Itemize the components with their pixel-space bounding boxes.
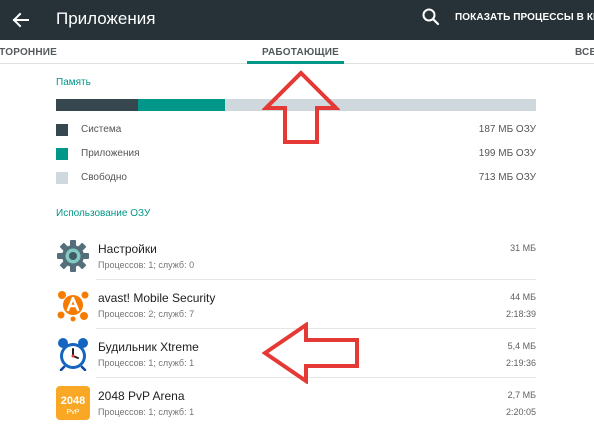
page-title: Приложения — [56, 9, 156, 28]
process-memory: 5,4 МБ — [507, 341, 536, 351]
tab-third-party[interactable]: СТОРОННИЕ — [0, 47, 65, 59]
process-uptime: 2:18:39 — [505, 309, 536, 319]
game-2048-icon-number: 2048 — [61, 395, 85, 407]
arrow-back-icon — [12, 12, 29, 28]
process-details: Процессов: 1; служб: 1 — [98, 358, 195, 368]
legend-label: Приложения — [81, 148, 140, 159]
process-memory: 31 МБ — [510, 243, 536, 253]
process-uptime: 2:19:36 — [505, 358, 536, 368]
app-screen: Приложения ПОКАЗАТЬ ПРОЦЕССЫ В КЕШЕ СТОР… — [0, 0, 594, 425]
process-name: Будильник Xtreme — [98, 340, 199, 354]
system-swatch — [56, 124, 68, 136]
process-row-2048-pvp-arena[interactable]: 2048 PvP 2048 PvP Arena Процессов: 1; сл… — [56, 379, 536, 425]
process-details: Процессов: 1; служб: 1 — [98, 407, 195, 417]
legend-label: Система — [81, 124, 122, 135]
tab-all[interactable]: ВСЕ — [575, 47, 594, 59]
memory-bar-segment-0 — [56, 99, 138, 111]
apps-swatch — [56, 148, 68, 160]
process-uptime: 2:20:05 — [505, 407, 536, 417]
process-row-settings[interactable]: Настройки Процессов: 1; служб: 0 31 МБ — [56, 232, 536, 280]
process-details: Процессов: 1; служб: 0 — [98, 260, 195, 270]
legend-value: 713 МБ ОЗУ — [478, 172, 536, 183]
tab-third-party-label: СТОРОННИЕ — [0, 47, 58, 58]
tab-bar: СТОРОННИЕ РАБОТАЮЩИЕ ВСЕ — [0, 40, 594, 64]
game-2048-icon-sub: PvP — [67, 409, 80, 416]
back-button[interactable] — [6, 6, 34, 34]
toolbar: Приложения ПОКАЗАТЬ ПРОЦЕССЫ В КЕШЕ — [0, 0, 594, 40]
search-button[interactable] — [420, 6, 442, 28]
process-name: avast! Mobile Security — [98, 291, 216, 305]
legend-row-free: Свободно 713 МБ ОЗУ — [56, 171, 536, 185]
process-memory: 2,7 МБ — [507, 390, 536, 400]
alarm-clock-icon — [58, 338, 88, 371]
settings-gear-icon — [57, 240, 89, 272]
legend-value: 187 МБ ОЗУ — [478, 124, 536, 135]
annotation-arrow-left-icon — [262, 322, 359, 384]
annotation-arrow-up-icon — [262, 70, 340, 144]
legend-label: Свободно — [81, 172, 127, 183]
game-2048-icon: 2048 PvP — [56, 386, 90, 420]
free-swatch — [56, 172, 68, 184]
process-name: 2048 PvP Arena — [98, 389, 185, 403]
tab-running[interactable]: РАБОТАЮЩИЕ — [262, 47, 339, 59]
process-details: Процессов: 2; служб: 7 — [98, 309, 195, 319]
avast-icon — [57, 291, 89, 322]
memory-bar-segment-1 — [138, 99, 225, 111]
legend-row-apps: Приложения 199 МБ ОЗУ — [56, 147, 536, 161]
ram-usage-section-header: Использование ОЗУ — [56, 208, 151, 219]
row-divider — [96, 279, 536, 280]
legend-value: 199 МБ ОЗУ — [478, 148, 536, 159]
memory-section-header: Память — [56, 77, 91, 88]
show-cached-processes-button[interactable]: ПОКАЗАТЬ ПРОЦЕССЫ В КЕШЕ — [455, 12, 594, 24]
search-icon — [422, 8, 440, 26]
process-memory: 44 МБ — [510, 292, 536, 302]
active-tab-indicator — [247, 61, 344, 64]
process-name: Настройки — [98, 242, 157, 256]
